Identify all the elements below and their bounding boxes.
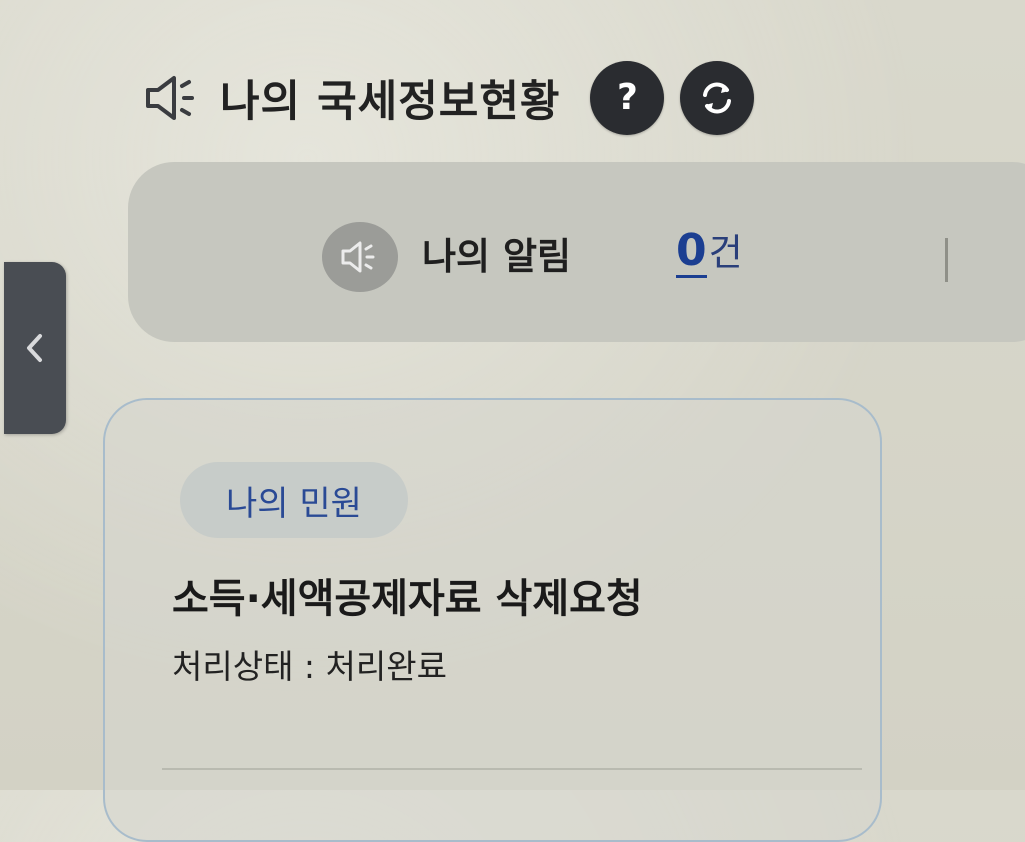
speaker-icon: [140, 68, 206, 128]
notification-count: 0: [676, 226, 707, 279]
chevron-left-icon: [27, 334, 42, 362]
complaint-title[interactable]: 소득·세액공제자료 삭제요청: [172, 566, 643, 624]
notification-bar: [128, 162, 1025, 342]
page-header: 나의 국세정보현황 ?: [140, 58, 755, 138]
notification-speaker-icon: [322, 222, 398, 292]
page-title: 나의 국세정보현황: [220, 77, 561, 127]
notification-count-unit: 건: [708, 231, 743, 274]
help-button[interactable]: ?: [590, 61, 665, 135]
divider: [945, 238, 948, 282]
divider: [162, 768, 862, 770]
help-icon: ?: [617, 77, 638, 118]
sidebar-collapse-tab[interactable]: [4, 262, 66, 434]
category-chip: 나의 민원: [180, 462, 408, 538]
notification-label: 나의 알림: [422, 235, 572, 278]
refresh-icon: [703, 82, 732, 114]
refresh-button[interactable]: [680, 61, 755, 135]
notification-count-link[interactable]: 0 건: [676, 222, 743, 279]
complaint-status: 처리상태 : 처리완료: [172, 647, 447, 686]
